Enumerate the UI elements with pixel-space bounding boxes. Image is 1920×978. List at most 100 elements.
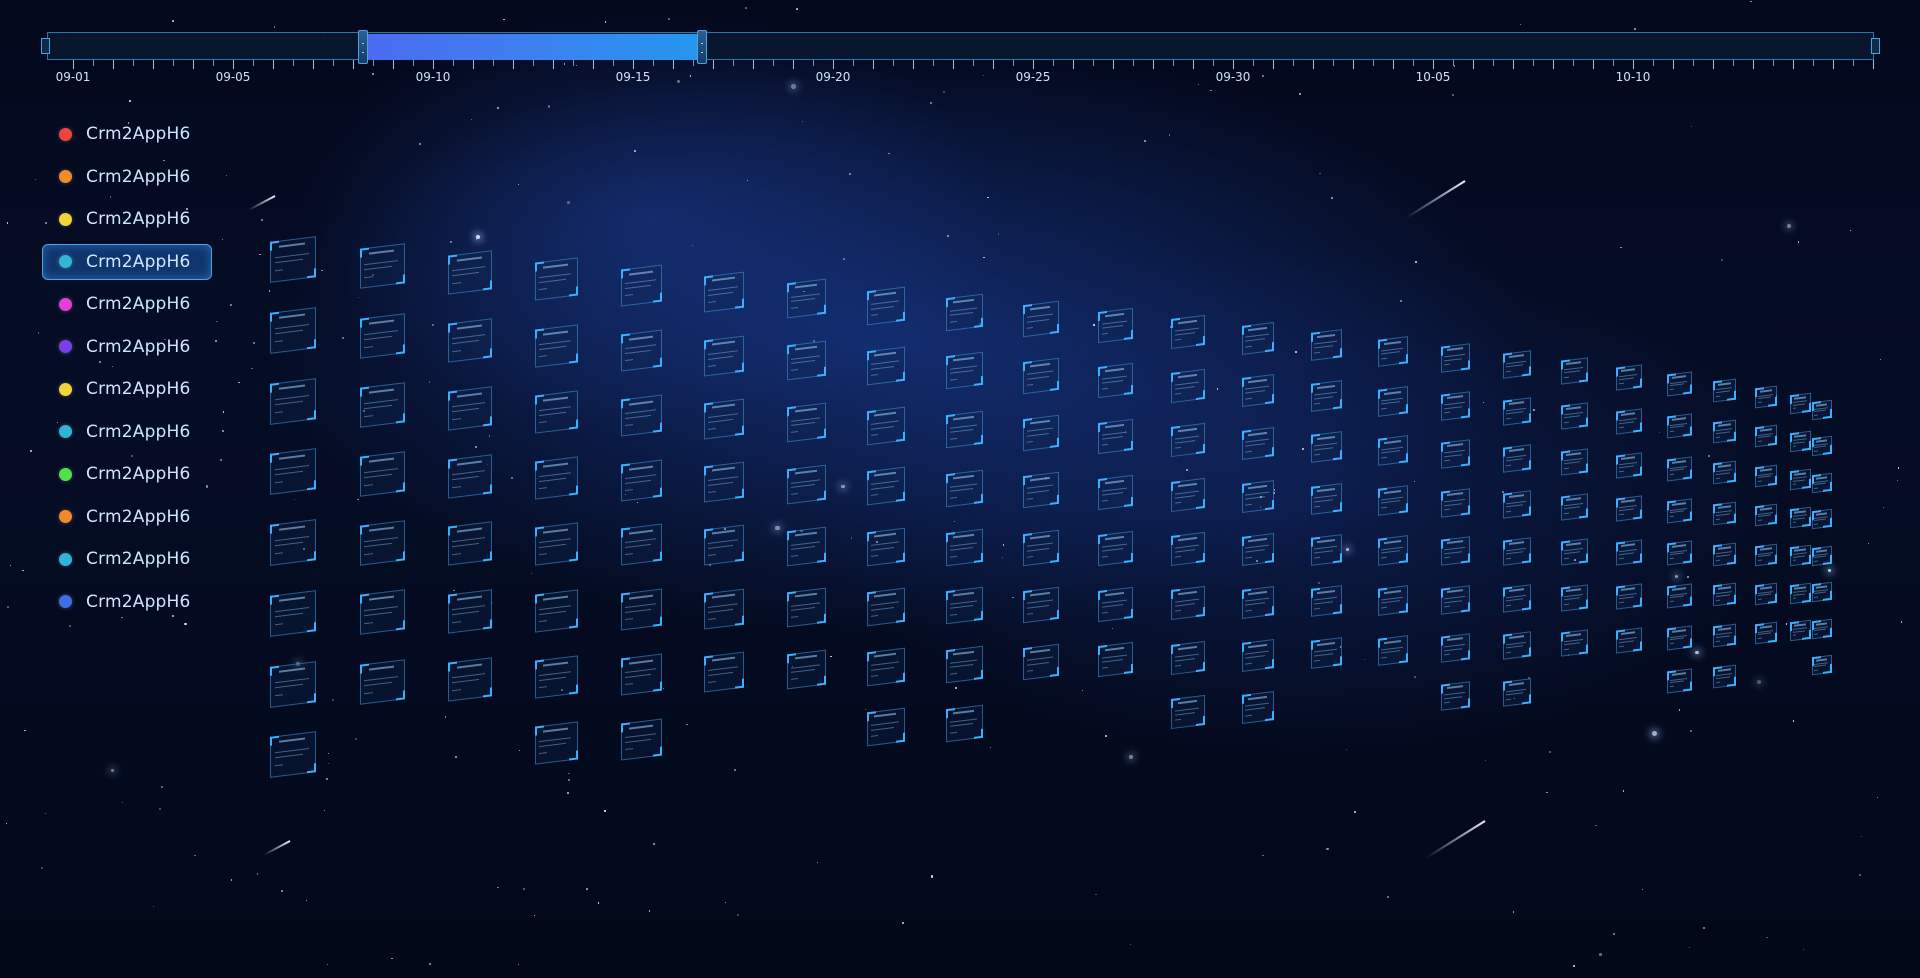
legend-item-label: Crm2AppH6 <box>86 166 191 187</box>
legend-item[interactable]: Crm2AppH6 <box>42 584 212 620</box>
timeline-slider[interactable]: 09-01 09-05 09-10 09-15 09-20 09-25 09-30 10-05… <box>41 30 1880 84</box>
timeline-tick <box>1453 60 1454 66</box>
timeline-tick <box>633 60 634 69</box>
timeline-tick <box>1033 60 1034 69</box>
timeline-tick <box>153 60 154 69</box>
legend-item-label: Crm2AppH6 <box>86 209 191 229</box>
legend-item-label: Crm2AppH6 <box>86 591 191 612</box>
timeline-tick <box>853 60 854 66</box>
timeline-tick <box>233 60 234 69</box>
legend-item-label: Crm2AppH6 <box>86 124 191 144</box>
timeline-tick <box>1433 60 1434 69</box>
timeline-tick <box>1233 60 1234 69</box>
timeline-tick <box>1753 60 1754 69</box>
legend-item-label: Crm2AppH6 <box>86 549 191 569</box>
legend-color-dot-icon <box>59 425 72 438</box>
legend-color-dot-icon <box>59 467 72 481</box>
timeline-tick <box>1053 60 1054 66</box>
legend-item-label: Crm2AppH6 <box>86 421 191 442</box>
timeline-tick <box>493 60 494 66</box>
legend-item-label: Crm2AppH6 <box>86 251 191 272</box>
legend-item[interactable]: Crm2AppH6 <box>42 286 212 322</box>
timeline-tick <box>273 60 274 69</box>
timeline-tick <box>1393 60 1394 69</box>
legend-item-label: Crm2AppH6 <box>86 336 191 357</box>
timeline-tick-label: 09-30 <box>1215 70 1251 84</box>
timeline-tick <box>993 60 994 69</box>
timeline-tick <box>213 60 214 66</box>
timeline-left-cap-icon[interactable] <box>41 38 50 54</box>
timeline-tick <box>1253 60 1254 66</box>
legend-item[interactable]: Crm2AppH6 <box>42 116 212 152</box>
legend-item[interactable]: Crm2AppH6 <box>42 371 212 407</box>
timeline-tick <box>973 60 974 66</box>
timeline-tick <box>133 60 134 66</box>
timeline-tick <box>1593 60 1594 69</box>
timeline-tick-label: 09-10 <box>415 70 451 84</box>
timeline-tick <box>1773 60 1774 66</box>
legend-item[interactable]: Crm2AppH6 <box>42 414 212 450</box>
timeline-tick <box>373 60 374 66</box>
timeline-tick <box>1413 60 1414 66</box>
legend-item[interactable]: Crm2AppH6 <box>42 499 212 535</box>
timeline-tick <box>953 60 954 69</box>
timeline-tick <box>193 60 194 69</box>
legend-item-label: Crm2AppH6 <box>86 294 191 314</box>
timeline-tick <box>933 60 934 66</box>
timeline-tick <box>1533 60 1534 66</box>
timeline-tick <box>1513 60 1514 69</box>
timeline-tick <box>1873 60 1874 69</box>
legend-item[interactable]: Crm2AppH6 <box>42 456 212 492</box>
timeline-tick <box>1553 60 1554 69</box>
timeline-tick <box>1193 60 1194 69</box>
timeline-tick <box>1853 60 1854 66</box>
legend-color-dot-icon <box>59 340 72 353</box>
timeline-tick <box>433 60 434 69</box>
legend-item[interactable]: Crm2AppH6 <box>42 329 212 365</box>
legend-item-label: Crm2AppH6 <box>86 506 191 527</box>
timeline-tick <box>173 60 174 66</box>
legend-item-label: Crm2AppH6 <box>86 379 191 399</box>
timeline-tick <box>573 60 574 66</box>
legend-item[interactable]: Crm2AppH6 <box>42 243 212 280</box>
timeline-tick <box>1693 60 1694 66</box>
timeline-tick <box>773 60 774 66</box>
timeline-tick <box>353 60 354 69</box>
legend-color-dot-icon <box>59 297 72 311</box>
timeline-tick <box>1713 60 1714 69</box>
timeline-selected-range[interactable] <box>367 34 700 60</box>
timeline-tick <box>733 60 734 66</box>
timeline-tick <box>1573 60 1574 66</box>
legend-color-dot-icon <box>59 255 72 268</box>
timeline-tick <box>1833 60 1834 69</box>
timeline-tick <box>673 60 674 69</box>
timeline-tick <box>693 60 694 66</box>
timeline-tick-label: 09-15 <box>615 70 651 84</box>
timeline-start-handle[interactable] <box>358 30 368 64</box>
timeline-tick <box>253 60 254 66</box>
timeline-tick <box>333 60 334 66</box>
starfield-background <box>0 0 1920 978</box>
legend-color-dot-icon <box>59 382 72 396</box>
timeline-tick-label: 09-01 <box>55 70 91 84</box>
card-wall <box>0 0 1920 978</box>
timeline-tick <box>553 60 554 69</box>
timeline-tick <box>913 60 914 69</box>
timeline-tick <box>753 60 754 69</box>
timeline-tick <box>313 60 314 69</box>
timeline-tick <box>1813 60 1814 66</box>
timeline-tick <box>1473 60 1474 69</box>
timeline-right-cap-icon[interactable] <box>1871 38 1880 54</box>
timeline-track[interactable] <box>47 32 1874 60</box>
timeline-tick <box>1173 60 1174 66</box>
timeline-end-handle[interactable] <box>697 30 707 64</box>
legend-item[interactable]: Crm2AppH6 <box>42 201 212 237</box>
timeline-tick <box>1633 60 1634 69</box>
timeline-tick <box>1073 60 1074 69</box>
timeline-tick <box>813 60 814 66</box>
timeline-tick <box>1213 60 1214 66</box>
timeline-tick <box>1733 60 1734 66</box>
legend-item[interactable]: Crm2AppH6 <box>42 159 212 195</box>
timeline-tick <box>1133 60 1134 66</box>
legend-item[interactable]: Crm2AppH6 <box>42 541 212 577</box>
